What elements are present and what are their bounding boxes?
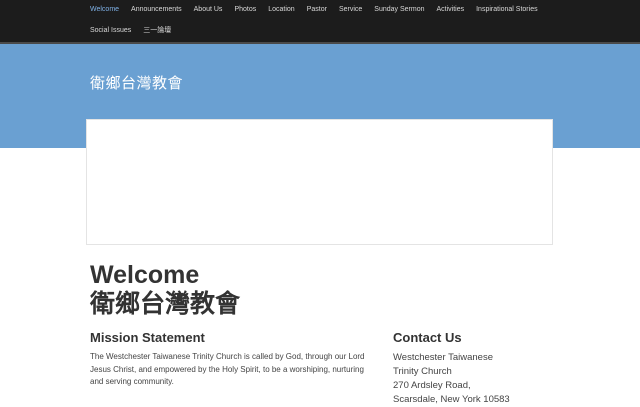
- contact-line-city: Scarsdale, New York 10583: [393, 394, 510, 405]
- nav-item-trinity-forum[interactable]: 三一論壇: [137, 21, 177, 41]
- contact-line-name-cont: Trinity Church: [393, 366, 452, 377]
- nav-item-announcements[interactable]: Announcements: [125, 0, 188, 20]
- nav-row-primary: Welcome Announcements About Us Photos Lo…: [84, 0, 544, 20]
- contact-line-name: Westchester Taiwanese: [393, 352, 493, 363]
- nav-row-secondary: Social Issues 三一論壇: [84, 21, 177, 41]
- contact-us-heading: Contact Us: [393, 330, 462, 345]
- nav-item-pastor[interactable]: Pastor: [301, 0, 333, 20]
- nav-item-about-us[interactable]: About Us: [188, 0, 229, 20]
- nav-item-photos[interactable]: Photos: [228, 0, 262, 20]
- welcome-heading: Welcome 衛鄉台灣教會: [90, 261, 240, 319]
- welcome-heading-line-chinese: 衛鄉台灣教會: [90, 290, 241, 318]
- site-title[interactable]: 衛鄉台灣教會: [90, 72, 183, 93]
- nav-item-activities[interactable]: Activities: [430, 0, 470, 20]
- nav-item-welcome[interactable]: Welcome: [84, 0, 125, 20]
- nav-item-social-issues[interactable]: Social Issues: [84, 21, 137, 41]
- mission-statement-heading: Mission Statement: [90, 330, 205, 345]
- mission-statement-text: The Westchester Taiwanese Trinity Church…: [90, 352, 365, 386]
- contact-address: Westchester Taiwanese Trinity Church 270…: [393, 351, 553, 407]
- featured-content-card: [86, 119, 553, 245]
- contact-line-street: 270 Ardsley Road,: [393, 380, 471, 391]
- top-navigation: Welcome Announcements About Us Photos Lo…: [0, 0, 640, 44]
- nav-item-sunday-sermon[interactable]: Sunday Sermon: [368, 0, 430, 20]
- nav-item-location[interactable]: Location: [262, 0, 300, 20]
- nav-item-service[interactable]: Service: [333, 0, 368, 20]
- nav-item-inspirational-stories[interactable]: Inspirational Stories: [470, 0, 543, 20]
- welcome-heading-line-english: Welcome: [90, 261, 200, 289]
